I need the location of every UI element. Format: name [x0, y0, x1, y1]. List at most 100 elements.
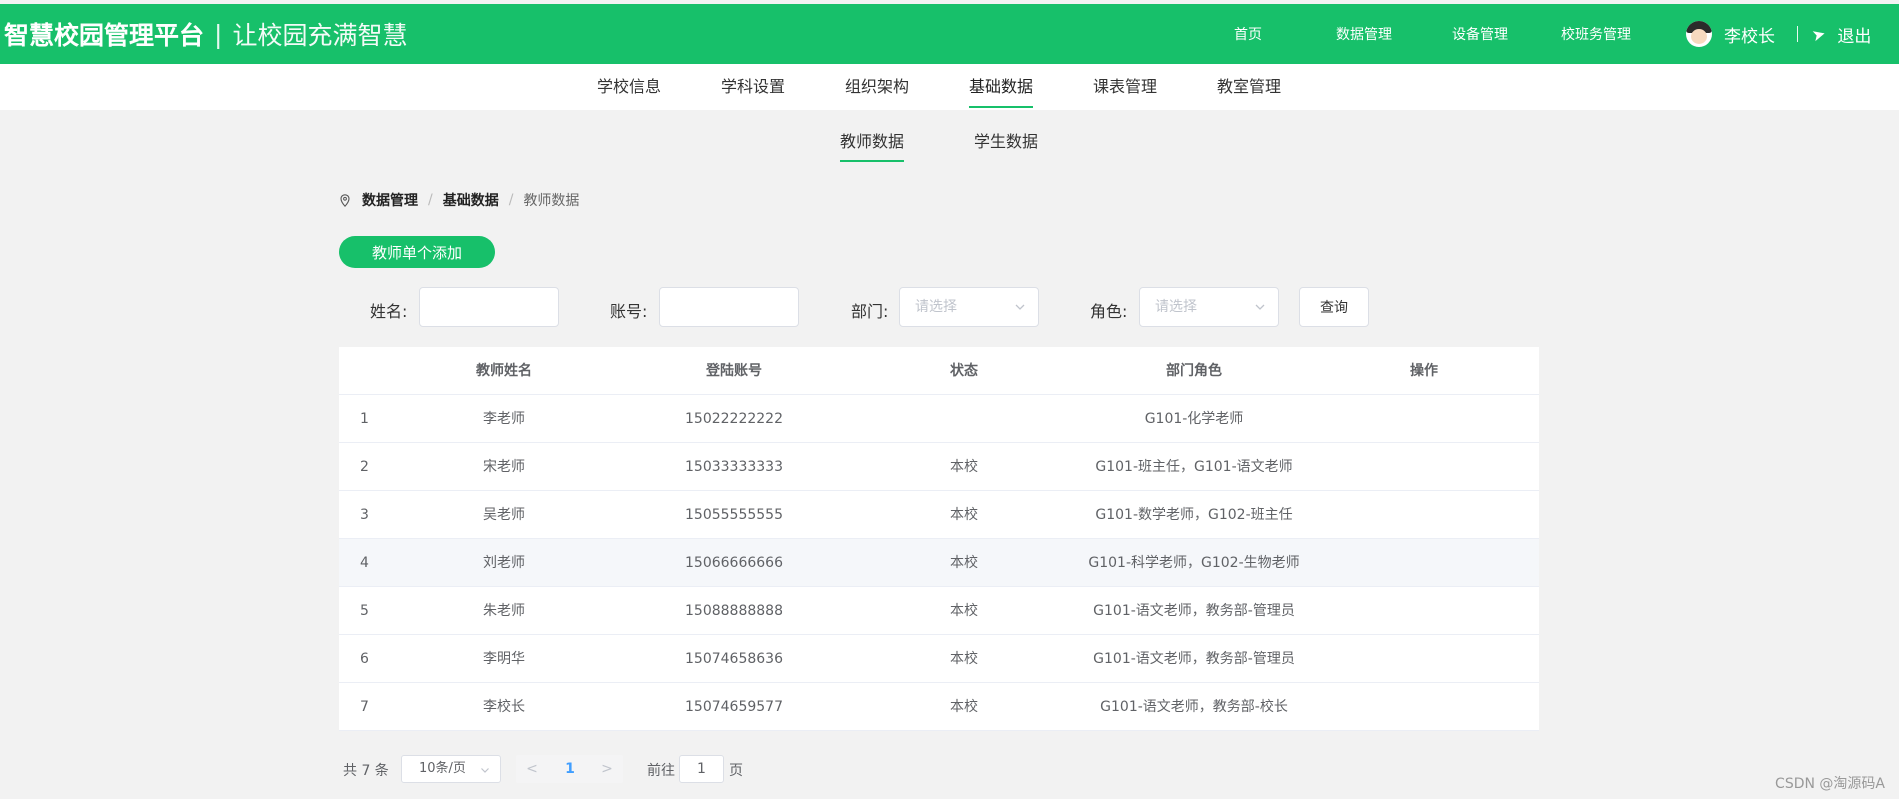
status: 本校 — [950, 555, 978, 571]
goto-page-input[interactable]: 1 — [679, 755, 724, 783]
dept-role: G101-语文老师，教务部-校长 — [1100, 699, 1288, 715]
dept-role: G101-语文老师，教务部-管理员 — [1093, 603, 1295, 619]
page-unit-label: 页 — [729, 763, 743, 779]
subnav-subject-settings[interactable]: 学科设置 — [721, 64, 785, 110]
header-divider — [1797, 26, 1798, 42]
breadcrumb-basic-data[interactable]: 基础数据 — [443, 190, 499, 210]
login-account: 15033333333 — [685, 459, 783, 475]
nav-data-management[interactable]: 数据管理 — [1306, 24, 1422, 44]
column-header: 登陆账号 — [706, 363, 762, 379]
nav-class-affairs[interactable]: 校班务管理 — [1538, 24, 1654, 44]
teacher-name: 宋老师 — [483, 459, 525, 475]
chevron-down-icon — [1255, 304, 1265, 310]
total-count: 共 7 条 — [343, 763, 389, 779]
account-label: 账号: — [610, 302, 648, 321]
name-label: 姓名: — [370, 302, 408, 321]
dept-role: G101-语文老师，教务部-管理员 — [1093, 651, 1295, 667]
teacher-table: 教师姓名 登陆账号 状态 部门角色 操作 1 李老师 15022222222 G… — [339, 347, 1539, 731]
breadcrumb-separator: / — [428, 192, 433, 208]
role-label: 角色: — [1090, 302, 1128, 321]
login-account: 15022222222 — [685, 411, 783, 427]
prev-page-button[interactable]: < — [518, 755, 546, 783]
subnav-classroom[interactable]: 教室管理 — [1217, 64, 1281, 110]
table-row[interactable]: 7 李校长 15074659577 本校 G101-语文老师，教务部-校长 — [339, 683, 1539, 731]
table-row[interactable]: 6 李明华 15074658636 本校 G101-语文老师，教务部-管理员 — [339, 635, 1539, 683]
avatar[interactable] — [1686, 21, 1712, 47]
status: 本校 — [950, 699, 978, 715]
name-input[interactable] — [419, 287, 559, 327]
login-account: 15066666666 — [685, 555, 783, 571]
table-row[interactable]: 4 刘老师 15066666666 本校 G101-科学老师，G102-生物老师 — [339, 539, 1539, 587]
account-input[interactable] — [659, 287, 799, 327]
user-area: 李校长 ➤ 退出 — [1686, 4, 1871, 64]
brand-separator: | — [214, 19, 223, 49]
paper-plane-icon[interactable]: ➤ — [1810, 23, 1828, 45]
status: 本校 — [950, 507, 978, 523]
sub-nav: 学校信息 学科设置 组织架构 基础数据 课表管理 教室管理 — [0, 64, 1899, 110]
goto-label: 前往 — [647, 763, 675, 779]
status: 本校 — [950, 459, 978, 475]
teacher-name: 李明华 — [483, 651, 525, 667]
table-row[interactable]: 1 李老师 15022222222 G101-化学老师 — [339, 395, 1539, 443]
subnav-basic-data[interactable]: 基础数据 — [968, 64, 1034, 110]
teacher-name: 朱老师 — [483, 603, 525, 619]
row-index: 4 — [360, 555, 369, 571]
location-pin-icon — [340, 193, 350, 207]
role-select-placeholder: 请选择 — [1155, 299, 1197, 315]
table-row[interactable]: 3 吴老师 15055555555 本校 G101-数学老师，G102-班主任 — [339, 491, 1539, 539]
current-page[interactable]: 1 — [555, 755, 585, 783]
app-slogan: 让校园充满智慧 — [232, 21, 408, 50]
row-index: 7 — [360, 699, 369, 715]
page-size-value: 10条/页 — [419, 761, 466, 776]
teacher-name: 吴老师 — [483, 507, 525, 523]
chevron-down-icon — [481, 768, 489, 773]
status: 本校 — [950, 651, 978, 667]
page-size-select[interactable]: 10条/页 — [401, 755, 501, 783]
row-index: 1 — [360, 411, 369, 427]
breadcrumb-separator: / — [508, 192, 514, 208]
top-nav: 首页 数据管理 设备管理 校班务管理 — [1190, 4, 1654, 64]
nav-device-management[interactable]: 设备管理 — [1422, 24, 1538, 44]
tab-teacher-data[interactable]: 教师数据 — [839, 128, 905, 162]
tab-student-data[interactable]: 学生数据 — [974, 128, 1038, 162]
next-page-button[interactable]: > — [593, 755, 621, 783]
login-account: 15055555555 — [685, 507, 783, 523]
user-name[interactable]: 李校长 — [1724, 22, 1775, 47]
query-button[interactable]: 查询 — [1299, 287, 1369, 327]
dept-select[interactable]: 请选择 — [899, 287, 1039, 327]
top-header: 智慧校园管理平台 | 让校园充满智慧 首页 数据管理 设备管理 校班务管理 李校… — [0, 4, 1899, 64]
avatar-face — [1691, 29, 1707, 44]
dept-role: G101-化学老师 — [1144, 411, 1244, 427]
column-header: 状态 — [950, 363, 978, 379]
subnav-schedule[interactable]: 课表管理 — [1093, 64, 1157, 110]
column-header: 操作 — [1410, 363, 1438, 379]
logout-button[interactable]: 退出 — [1837, 22, 1871, 47]
table-header: 教师姓名 登陆账号 状态 部门角色 操作 — [339, 347, 1539, 395]
subnav-school-info[interactable]: 学校信息 — [597, 64, 661, 110]
dept-role: G101-科学老师，G102-生物老师 — [1088, 555, 1300, 571]
teacher-name: 李老师 — [483, 411, 525, 427]
row-index: 5 — [360, 603, 369, 619]
subnav-organization[interactable]: 组织架构 — [845, 64, 909, 110]
teacher-name: 李校长 — [483, 699, 525, 715]
add-teacher-button[interactable]: 教师单个添加 — [339, 236, 495, 268]
breadcrumb: 数据管理 / 基础数据 / 教师数据 — [340, 190, 579, 210]
column-header: 部门角色 — [1166, 363, 1222, 379]
watermark: CSDN @淘源码A — [1775, 776, 1885, 792]
row-index: 6 — [360, 651, 369, 667]
breadcrumb-data-management[interactable]: 数据管理 — [362, 190, 418, 210]
login-account: 15074659577 — [685, 699, 783, 715]
table-row[interactable]: 5 朱老师 15088888888 本校 G101-语文老师，教务部-管理员 — [339, 587, 1539, 635]
dept-role: G101-数学老师，G102-班主任 — [1095, 507, 1293, 523]
status: 本校 — [950, 603, 978, 619]
role-select[interactable]: 请选择 — [1139, 287, 1279, 327]
dept-role: G101-班主任，G101-语文老师 — [1095, 459, 1293, 475]
dept-label: 部门: — [851, 302, 889, 321]
nav-home[interactable]: 首页 — [1190, 24, 1306, 44]
dept-select-placeholder: 请选择 — [915, 299, 957, 315]
table-row[interactable]: 2 宋老师 15033333333 本校 G101-班主任，G101-语文老师 — [339, 443, 1539, 491]
chevron-down-icon — [1015, 304, 1025, 310]
row-index: 2 — [360, 459, 369, 475]
breadcrumb-current: 教师数据 — [523, 193, 580, 209]
page-navigator: < 1 > — [516, 755, 623, 783]
